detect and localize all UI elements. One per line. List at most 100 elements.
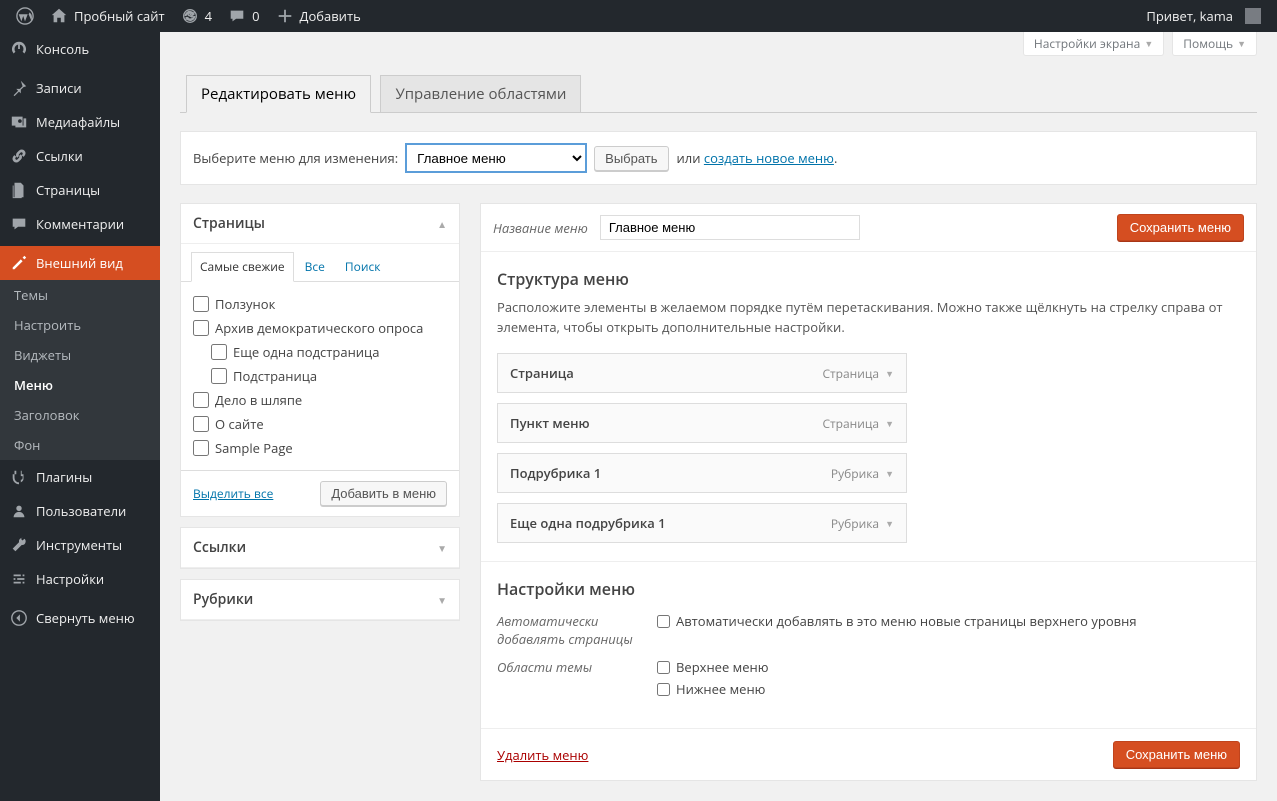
add-to-menu-button[interactable]: Добавить в меню	[320, 481, 447, 506]
page-checklist-item[interactable]: Дело в шляпе	[193, 388, 447, 412]
sidebar-tools[interactable]: Инструменты	[0, 528, 160, 562]
auto-add-checkbox-row[interactable]: Автоматически добавлять в это меню новые…	[657, 612, 1137, 630]
site-name-link[interactable]: Пробный сайт	[42, 0, 173, 32]
menu-edit-column: Название меню Сохранить меню Структура м…	[480, 203, 1257, 781]
submenu-background[interactable]: Фон	[0, 430, 160, 460]
appearance-submenu: Темы Настроить Виджеты Меню Заголовок Фо…	[0, 280, 160, 460]
metabox-categories: Рубрики ▼	[180, 579, 460, 621]
sidebar-users[interactable]: Пользователи	[0, 494, 160, 528]
media-icon	[10, 113, 28, 131]
updates-link[interactable]: 4	[173, 0, 220, 32]
save-menu-button-top[interactable]: Сохранить меню	[1117, 214, 1244, 241]
screen-options-button[interactable]: Настройки экрана ▼	[1023, 32, 1164, 56]
menu-structure-item[interactable]: СтраницаСтраница▼	[497, 353, 907, 393]
page-item-label: Дело в шляпе	[215, 391, 302, 409]
sidebar-appearance[interactable]: Внешний вид	[0, 246, 160, 280]
menu-item-type: Страница▼	[822, 415, 894, 432]
select-button[interactable]: Выбрать	[594, 146, 668, 171]
sidebar-tools-label: Инструменты	[36, 536, 122, 554]
wp-logo[interactable]	[8, 0, 42, 32]
chevron-down-icon[interactable]: ▼	[885, 367, 894, 380]
menu-item-title: Подрубрика 1	[510, 464, 601, 482]
submenu-customize[interactable]: Настроить	[0, 310, 160, 340]
settings-icon	[10, 570, 28, 588]
save-menu-button-bottom[interactable]: Сохранить меню	[1113, 741, 1240, 768]
menu-select[interactable]: Главное меню	[406, 144, 586, 172]
tab-edit-menus[interactable]: Редактировать меню	[186, 75, 371, 113]
theme-location-row[interactable]: Нижнее меню	[657, 680, 769, 698]
metabox-pages-toggle[interactable]: Страницы ▲	[181, 204, 459, 244]
metabox-pages: Страницы ▲ Самые свежие Все Поиск Ползун…	[180, 203, 460, 517]
sidebar-posts-label: Записи	[36, 79, 82, 97]
submenu-menus[interactable]: Меню	[0, 370, 160, 400]
submenu-widgets[interactable]: Виджеты	[0, 340, 160, 370]
page-checkbox[interactable]	[193, 320, 209, 336]
theme-location-row[interactable]: Верхнее меню	[657, 658, 769, 676]
chevron-down-icon[interactable]: ▼	[885, 417, 894, 430]
page-checkbox[interactable]	[211, 368, 227, 384]
page-checklist-item[interactable]: О сайте	[193, 412, 447, 436]
menu-edit-panel: Название меню Сохранить меню Структура м…	[480, 203, 1257, 781]
page-item-label: О сайте	[215, 415, 264, 433]
menu-structure-item[interactable]: Еще одна подрубрика 1Рубрика▼	[497, 503, 907, 543]
chevron-down-icon[interactable]: ▼	[885, 467, 894, 480]
sidebar-dashboard[interactable]: Консоль	[0, 32, 160, 66]
comments-count: 0	[252, 7, 259, 25]
menu-name-input[interactable]	[600, 215, 860, 240]
pages-checklist[interactable]: ПолзунокАрхив демократического опросаЕще…	[181, 282, 459, 470]
menu-items-list: СтраницаСтраница▼ Пункт менюСтраница▼ Подр…	[497, 353, 907, 543]
sidebar-links[interactable]: Ссылки	[0, 139, 160, 173]
page-checklist-item[interactable]: Sample Page	[193, 436, 447, 460]
create-menu-link[interactable]: создать новое меню	[704, 149, 834, 167]
pages-tab-all[interactable]: Все	[296, 252, 334, 281]
metabox-categories-title: Рубрики	[193, 590, 253, 609]
sidebar-plugins[interactable]: Плагины	[0, 460, 160, 494]
page-checkbox[interactable]	[193, 440, 209, 456]
menu-structure-item[interactable]: Подрубрика 1Рубрика▼	[497, 453, 907, 493]
metabox-categories-toggle[interactable]: Рубрики ▼	[181, 580, 459, 620]
page-checklist-item[interactable]: Ползунок	[193, 292, 447, 316]
page-checkbox[interactable]	[193, 392, 209, 408]
account-link[interactable]: Привет, kama	[1138, 0, 1269, 32]
chevron-down-icon: ▼	[1144, 37, 1153, 50]
plus-icon	[276, 7, 294, 25]
chevron-down-icon: ▼	[1237, 37, 1246, 50]
theme-location-checkbox[interactable]	[657, 683, 670, 696]
greeting-text: Привет, kama	[1146, 7, 1233, 25]
sidebar-media-label: Медиафайлы	[36, 113, 120, 131]
sidebar-media[interactable]: Медиафайлы	[0, 105, 160, 139]
menu-structure-item[interactable]: Пункт менюСтраница▼	[497, 403, 907, 443]
updates-count: 4	[205, 7, 212, 25]
theme-location-checkbox[interactable]	[657, 661, 670, 674]
page-checklist-item[interactable]: Еще одна подстраница	[193, 340, 447, 364]
page-checkbox[interactable]	[193, 416, 209, 432]
nav-tabs: Редактировать меню Управление областями	[180, 66, 1257, 113]
appearance-icon	[10, 254, 28, 272]
page-checkbox[interactable]	[193, 296, 209, 312]
sidebar-settings[interactable]: Настройки	[0, 562, 160, 596]
page-checklist-item[interactable]: Архив демократического опроса	[193, 316, 447, 340]
auto-add-checkbox[interactable]	[657, 615, 670, 628]
comments-link[interactable]: 0	[220, 0, 267, 32]
chevron-down-icon[interactable]: ▼	[885, 517, 894, 530]
delete-menu-link[interactable]: Удалить меню	[497, 746, 588, 764]
submenu-header[interactable]: Заголовок	[0, 400, 160, 430]
sidebar-comments[interactable]: Комментарии	[0, 207, 160, 241]
page-checkbox[interactable]	[211, 344, 227, 360]
add-new-link[interactable]: Добавить	[268, 0, 369, 32]
sidebar-posts[interactable]: Записи	[0, 71, 160, 105]
structure-description: Расположите элементы в желаемом порядке …	[497, 298, 1240, 337]
submenu-themes[interactable]: Темы	[0, 280, 160, 310]
comment-icon	[228, 7, 246, 25]
metabox-links-toggle[interactable]: Ссылки ▼	[181, 528, 459, 568]
sidebar-collapse[interactable]: Свернуть меню	[0, 601, 160, 635]
pages-tab-recent[interactable]: Самые свежие	[191, 252, 294, 282]
select-all-link[interactable]: Выделить все	[193, 485, 273, 502]
page-item-label: Sample Page	[215, 439, 293, 457]
page-checklist-item[interactable]: Подстраница	[193, 364, 447, 388]
sidebar-pages[interactable]: Страницы	[0, 173, 160, 207]
tab-manage-locations[interactable]: Управление областями	[380, 75, 581, 112]
pages-tab-search[interactable]: Поиск	[336, 252, 390, 281]
locations-label: Области темы	[497, 658, 637, 702]
help-button[interactable]: Помощь ▼	[1172, 32, 1257, 56]
